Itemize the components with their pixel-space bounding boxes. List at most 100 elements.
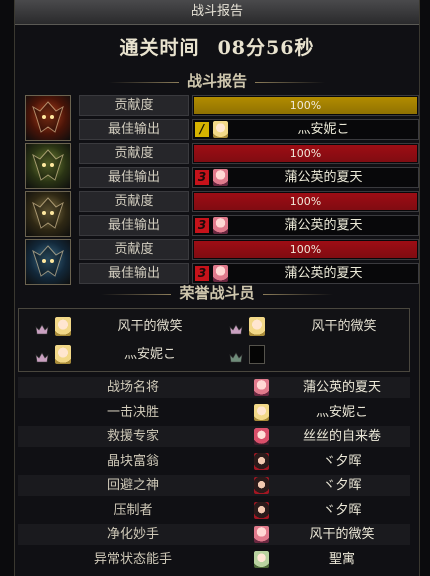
contribution-label: 贡献度 [79, 95, 189, 116]
award-title: 战场名将 [106, 380, 159, 395]
player-name: 蒲公英的夏天 [284, 266, 363, 281]
crown-icon [35, 348, 49, 363]
gold-demon-boss-icon [25, 191, 71, 237]
contribution-label: 贡献度 [79, 191, 189, 212]
contribution-label: 贡献度 [79, 239, 189, 260]
award-title: 异常状态能手 [93, 551, 172, 567]
award-row: 晶块富翁 ヾ夕晖 [18, 451, 410, 472]
award-player-avatar [254, 550, 269, 568]
award-player-name: 聖寓 [328, 551, 355, 567]
crown-icon [35, 320, 49, 335]
window-title: 战斗报告 [15, 0, 419, 25]
report-heading-text: 战斗报告 [186, 72, 247, 90]
boss-entry: 贡献度 100% 最佳输出 3 蒲公英的夏天 [25, 143, 421, 189]
contribution-label: 贡献度 [79, 143, 189, 164]
contribution-bar-fill: 100% [194, 241, 417, 258]
best-output-label: 最佳输出 [79, 167, 189, 188]
award-row: 回避之神 ヾ夕晖 [18, 475, 410, 496]
empty-avatar-slot [249, 345, 265, 364]
best-output-label: 最佳输出 [79, 215, 189, 236]
award-player-name: 丝丝的自来卷 [302, 429, 381, 444]
divider-ornament [255, 81, 325, 83]
clear-time-value: 08分56秒 [217, 37, 315, 59]
green-demon-boss-icon [25, 143, 71, 189]
crown-icon [229, 348, 243, 363]
contribution-bar-fill: 100% [194, 193, 417, 210]
boss-entry: 贡献度 100% 最佳输出 3 蒲公英的夏天 [25, 191, 421, 237]
award-row: 一击决胜 灬安妮こ [18, 402, 410, 423]
clear-time: 通关时间 08分56秒 [15, 33, 419, 60]
award-row: 净化妙手 风干的微笑 [18, 524, 410, 545]
best-output-label: 最佳输出 [79, 119, 189, 140]
award-row: 战场名将 蒲公英的夏天 [18, 377, 410, 398]
divider-ornament [101, 293, 172, 295]
award-player-avatar [254, 526, 269, 543]
rank-badge-icon: 3 [195, 266, 209, 281]
rank-badge-icon: 3 [195, 218, 209, 233]
member-name: 风干的微笑 [311, 319, 377, 334]
contribution-bar: 100% [192, 191, 419, 212]
award-player-avatar [254, 452, 269, 470]
contribution-bar: 100% [192, 95, 419, 116]
honor-member: 风干的微笑 [229, 314, 419, 340]
award-title: 一击决胜 [106, 404, 159, 420]
contribution-bar-fill: 100% [194, 97, 417, 114]
award-row: 救援专家 丝丝的自来卷 [18, 426, 410, 447]
best-output-row: 最佳输出 3 蒲公英的夏天 [79, 167, 419, 188]
best-output-value: / 灬安妮こ [192, 119, 419, 140]
player-avatar [213, 121, 228, 138]
player-avatar [213, 169, 228, 186]
contribution-bar-fill: 100% [194, 145, 417, 162]
crown-icon [229, 320, 243, 335]
best-output-row: 最佳输出 / 灬安妮こ [79, 119, 419, 140]
boss-entry: 贡献度 100% 最佳输出 3 蒲公英的夏天 [25, 239, 421, 285]
member-avatar [55, 345, 71, 364]
award-player-avatar [254, 501, 269, 519]
award-player-name: ヾ夕晖 [322, 453, 362, 469]
divider-ornament [108, 81, 179, 83]
award-row: 异常状态能手 聖寓 [18, 549, 410, 570]
member-avatar [249, 317, 265, 336]
award-player-avatar [254, 403, 269, 421]
honor-heading: 荣誉战斗员 [15, 282, 419, 303]
award-player-name: 蒲公英的夏天 [302, 380, 381, 395]
contribution-row: 贡献度 100% [79, 95, 419, 116]
contribution-bar: 100% [192, 143, 419, 164]
contribution-bar: 100% [192, 239, 419, 260]
member-name: 灬安妮こ [123, 347, 176, 362]
award-player-name: ヾ夕晖 [322, 478, 362, 493]
best-output-value: 3 蒲公英的夏天 [192, 167, 419, 188]
award-title: 晶块富翁 [106, 453, 159, 469]
contribution-row: 贡献度 100% [79, 239, 419, 260]
player-name: 蒲公英的夏天 [284, 218, 363, 233]
award-title: 回避之神 [106, 478, 159, 493]
best-output-row: 最佳输出 3 蒲公英的夏天 [79, 263, 419, 284]
player-name: 灬安妮こ [297, 122, 350, 137]
member-avatar [55, 317, 71, 336]
best-output-row: 最佳输出 3 蒲公英的夏天 [79, 215, 419, 236]
honor-members-box: 风干的微笑 风干的微笑灬安妮こ [18, 308, 410, 372]
award-player-avatar [254, 428, 269, 445]
best-output-value: 3 蒲公英的夏天 [192, 215, 419, 236]
award-row: 压制者 ヾ夕晖 [18, 500, 410, 521]
honor-heading-text: 荣誉战斗员 [179, 284, 255, 302]
player-avatar [213, 265, 228, 282]
award-player-avatar [254, 477, 269, 494]
best-output-label: 最佳输出 [79, 263, 189, 284]
best-output-value: 3 蒲公英的夏天 [192, 263, 419, 284]
contribution-row: 贡献度 100% [79, 191, 419, 212]
boss-entry: 贡献度 100% 最佳输出 / 灬安妮こ [25, 95, 421, 141]
award-player-avatar [254, 379, 269, 396]
member-name: 风干的微笑 [117, 319, 183, 334]
award-player-name: 风干的微笑 [309, 527, 375, 542]
honor-member: 灬安妮こ [35, 342, 225, 368]
award-title: 救援专家 [106, 429, 159, 444]
honor-member [229, 342, 419, 368]
award-player-name: 灬安妮こ [315, 404, 368, 420]
award-title: 压制者 [113, 502, 153, 518]
rank-badge-icon: 3 [195, 170, 209, 185]
report-heading: 战斗报告 [15, 70, 419, 91]
award-player-name: ヾ夕晖 [322, 502, 362, 518]
red-demon-boss-icon [25, 95, 71, 141]
player-name: 蒲公英的夏天 [284, 170, 363, 185]
